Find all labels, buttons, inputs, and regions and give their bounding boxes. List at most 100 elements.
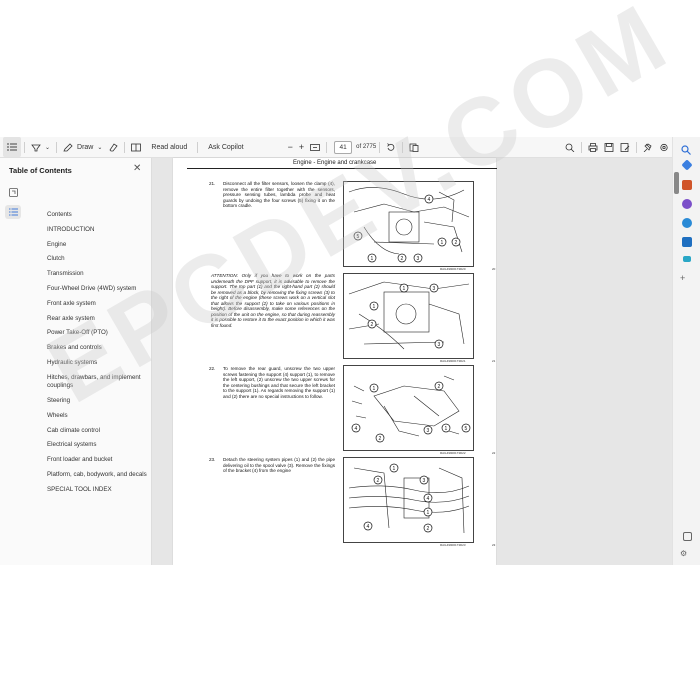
toolbar-separator [197, 141, 199, 153]
svg-text:1: 1 [427, 510, 430, 516]
figure-22-drawing: 1 2 4 2 3 1 5 [351, 375, 471, 443]
toc-item-special-tool-index[interactable]: SPECIAL TOOL INDEX [47, 486, 147, 495]
step-number: 22. [209, 366, 216, 371]
figure-21-drawing: 1 2 1 3 3 [348, 281, 470, 350]
eraser-icon [108, 142, 118, 152]
settings-icon [659, 143, 669, 152]
figure-number: 21 [492, 359, 496, 363]
figure-22: 1 2 4 2 3 1 5 [343, 365, 474, 451]
browser-sidebar: + ⚙ [672, 137, 700, 565]
toc-item-contents[interactable]: Contents [47, 211, 147, 220]
edge-games-icon[interactable] [682, 218, 692, 228]
save-button[interactable] [601, 137, 617, 157]
reading-view-button[interactable] [128, 137, 144, 157]
close-icon[interactable]: ✕ [133, 163, 141, 174]
svg-text:2: 2 [377, 478, 380, 484]
toolbar-separator [56, 141, 58, 153]
outline-icon [8, 203, 18, 221]
step-23: 23. Detach the steering system pipes (1)… [209, 457, 335, 474]
read-aloud-button[interactable]: Read aloud [144, 137, 194, 157]
outline-view-button[interactable] [5, 205, 21, 219]
table-of-contents-toggle[interactable] [3, 137, 21, 157]
zoom-out-label: − [287, 142, 293, 152]
bookmark-view-button[interactable] [5, 186, 21, 200]
svg-text:1: 1 [373, 304, 376, 310]
toc-title: Table of Contents [9, 166, 72, 175]
toc-item-electrical[interactable]: Electrical systems [47, 441, 147, 450]
erase-button[interactable] [105, 137, 121, 157]
svg-text:4: 4 [367, 524, 370, 530]
settings-icon[interactable]: ⚙ [680, 549, 687, 558]
svg-text:2: 2 [371, 322, 374, 328]
read-aloud-label: Read aloud [151, 143, 188, 151]
briefcase-icon[interactable] [682, 180, 692, 190]
toolbar-separator [124, 141, 126, 153]
zoom-in-label: + [298, 142, 305, 152]
shopping-icon[interactable] [683, 256, 691, 262]
svg-text:5: 5 [465, 426, 468, 432]
save-as-icon [620, 142, 630, 152]
save-as-button[interactable] [617, 137, 633, 157]
toc-item-cab-climate[interactable]: Cab climate control [47, 427, 147, 436]
figure-code: RAIL49900173D20 [440, 267, 466, 271]
svg-text:3: 3 [433, 286, 436, 292]
draw-icon [63, 142, 73, 152]
svg-text:2: 2 [379, 436, 382, 442]
add-icon[interactable]: + [680, 273, 685, 283]
draw-button[interactable]: Draw ⌄ [60, 137, 105, 157]
zoom-in-button[interactable]: + [296, 137, 307, 157]
figure-number: 22 [492, 451, 496, 455]
tag-icon[interactable] [681, 159, 693, 171]
copilot-icon[interactable] [682, 199, 692, 209]
svg-text:1: 1 [445, 426, 448, 432]
fit-page-icon [310, 143, 321, 152]
settings-button[interactable] [656, 137, 672, 157]
svg-text:2: 2 [427, 526, 430, 532]
draw-label: Draw [77, 143, 94, 151]
sidebar-panel-icon[interactable] [683, 532, 692, 541]
list-icon [7, 143, 17, 151]
highlight-button[interactable]: ⌄ [28, 137, 53, 157]
figure-23: 1 2 3 4 4 1 2 [343, 457, 474, 543]
svg-text:4: 4 [355, 426, 358, 432]
toc-item-platform-cab[interactable]: Platform, cab, bodywork, and decals [47, 471, 147, 480]
print-button[interactable] [585, 137, 601, 157]
figure-21: 1 2 1 3 3 [343, 273, 474, 359]
chevron-down-icon: ⌄ [45, 144, 51, 151]
toc-item-clutch[interactable]: Clutch [47, 255, 147, 264]
print-icon [588, 142, 598, 152]
vertical-scrollbar[interactable] [674, 172, 679, 194]
svg-text:1: 1 [393, 466, 396, 472]
step-text: Detach the steering system pipes (1) and… [223, 457, 335, 473]
svg-text:2: 2 [438, 384, 441, 390]
step-22: 22. To remove the rear guard, unscrew th… [209, 366, 335, 399]
svg-text:4: 4 [427, 496, 430, 502]
figure-23-drawing: 1 2 3 4 4 1 2 [348, 463, 470, 534]
search-icon[interactable] [681, 142, 691, 155]
toc-item-introduction[interactable]: INTRODUCTION [47, 226, 147, 235]
figure-code: RAIL49900173D23 [440, 543, 466, 547]
svg-text:3: 3 [427, 428, 430, 434]
step-number: 23. [209, 457, 216, 462]
svg-text:1: 1 [373, 386, 376, 392]
chevron-down-icon: ⌄ [97, 144, 103, 151]
toolbar-separator [581, 141, 582, 153]
ask-copilot-button[interactable]: Ask Copilot [201, 137, 250, 157]
toolbar-separator [326, 141, 328, 153]
svg-text:1: 1 [441, 240, 444, 246]
figure-code: RAIL49900173D22 [440, 451, 466, 455]
outlook-icon[interactable] [682, 237, 692, 247]
toc-item-front-loader[interactable]: Front loader and bucket [47, 456, 147, 465]
toc-item-engine[interactable]: Engine [47, 241, 147, 250]
zoom-out-button[interactable]: − [285, 137, 296, 157]
svg-text:3: 3 [438, 342, 441, 348]
pin-toolbar-button[interactable] [640, 137, 656, 157]
reading-view-icon [131, 143, 142, 152]
highlighter-icon [31, 143, 41, 152]
toolbar-separator [24, 141, 25, 153]
ask-copilot-label: Ask Copilot [208, 143, 244, 151]
figure-code: RAIL49900173D21 [440, 359, 466, 363]
bookmark-icon [8, 184, 18, 202]
fit-page-button[interactable] [307, 137, 323, 157]
svg-text:1: 1 [403, 286, 406, 292]
